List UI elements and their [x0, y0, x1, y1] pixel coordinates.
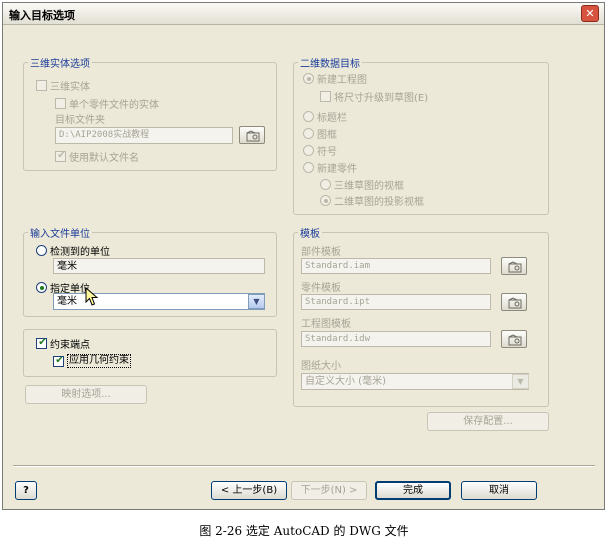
mouse-cursor-icon [85, 287, 99, 306]
save-config-button[interactable]: 保存配置... [427, 412, 549, 431]
detected-units-label: 检测到的单位 [50, 247, 110, 258]
border-label: 图框 [317, 130, 337, 141]
single-part-checkbox[interactable] [55, 98, 66, 109]
dropdown-arrow-icon: ▼ [517, 377, 524, 386]
data-2d-target-label: 二维数据目标 [300, 59, 360, 70]
specified-units-value: 毫米 [57, 296, 77, 307]
constrain-endpoints-label: 约束端点 [50, 340, 90, 351]
apply-geometric-constraints-checkbox[interactable]: ✔ [53, 355, 64, 367]
sketch-3d-view-label: 三维草图的视框 [334, 181, 404, 192]
next-button[interactable]: 下一步(N) > [291, 481, 367, 500]
detected-units-field: 毫米 [53, 258, 265, 274]
part-template-input[interactable]: Standard.iam [301, 258, 491, 274]
component-template-browse-button[interactable] [501, 293, 527, 311]
target-folder-browse-button[interactable] [239, 126, 265, 144]
border-radio[interactable] [303, 128, 314, 139]
import-options-dialog: 输入目标选项 ✕ 三维实体选项 三维实体 单个零件文件的实体 目标文件夹 D:\… [2, 2, 605, 510]
new-part-radio[interactable] [303, 162, 314, 173]
back-button[interactable]: < 上一步(B) [211, 481, 287, 500]
solid-checkbox-label: 三维实体 [50, 82, 90, 93]
input-units-label: 输入文件单位 [30, 229, 90, 240]
cancel-button[interactable]: 取消 [461, 481, 537, 500]
figure-caption: 图 2-26 选定 AutoCAD 的 DWG 文件 [199, 524, 409, 538]
sketch-3d-view-radio[interactable] [320, 179, 331, 190]
title-block-radio[interactable] [303, 111, 314, 122]
drawing-template-input[interactable]: Standard.idw [301, 331, 491, 347]
scale-to-sketch-label: 将尺寸升级到草图(E) [334, 93, 429, 104]
new-drawing-radio[interactable] [303, 73, 314, 84]
target-folder-label: 目标文件夹 [55, 115, 105, 126]
component-template-label: 零件模板 [301, 283, 341, 294]
part-template-label: 部件模板 [301, 247, 341, 258]
mapping-options-button[interactable]: 映射选项... [25, 385, 147, 404]
target-folder-input[interactable]: D:\AIP2008实战教程 [55, 127, 233, 144]
drawing-template-label: 工程图模板 [301, 319, 351, 330]
help-icon: ? [23, 485, 29, 496]
dropdown-arrow-icon: ▼ [253, 297, 260, 306]
use-default-filename-label: 使用默认文件名 [69, 153, 139, 164]
browse-folder-icon [246, 130, 260, 142]
solid-options-label: 三维实体选项 [30, 59, 90, 70]
sheet-size-dropdown-button[interactable]: ▼ [512, 374, 529, 389]
symbol-radio[interactable] [303, 145, 314, 156]
specified-units-radio[interactable] [36, 282, 47, 293]
sketch-2d-projection-label: 二维草图的投影视框 [334, 197, 424, 208]
title-bar[interactable]: 输入目标选项 ✕ [3, 3, 604, 25]
specified-units-dropdown-button[interactable]: ▼ [248, 294, 265, 309]
browse-folder-icon [508, 261, 522, 273]
browse-folder-icon [508, 334, 522, 346]
footer-separator [13, 465, 595, 467]
new-drawing-label: 新建工程图 [317, 75, 367, 86]
component-template-input[interactable]: Standard.ipt [301, 294, 491, 310]
detected-units-radio[interactable] [36, 245, 47, 256]
single-part-label: 单个零件文件的实体 [69, 100, 159, 111]
window-title: 输入目标选项 [9, 9, 75, 22]
symbol-label: 符号 [317, 147, 337, 158]
new-part-label: 新建零件 [317, 164, 357, 175]
help-button[interactable]: ? [15, 481, 37, 500]
sheet-size-label: 图纸大小 [301, 361, 341, 372]
checkmark-icon: ✔ [57, 150, 66, 161]
sketch-2d-projection-radio[interactable] [320, 195, 331, 206]
checkmark-icon: ✔ [38, 337, 47, 348]
close-button[interactable]: ✕ [581, 5, 599, 22]
scale-to-sketch-checkbox[interactable] [320, 91, 331, 102]
drawing-template-browse-button[interactable] [501, 330, 527, 348]
use-default-filename-checkbox[interactable]: ✔ [55, 150, 66, 162]
browse-folder-icon [508, 297, 522, 309]
close-icon: ✕ [585, 7, 595, 20]
constrain-endpoints-checkbox[interactable]: ✔ [36, 337, 47, 349]
checkmark-icon: ✔ [55, 355, 64, 366]
solid-checkbox[interactable] [36, 80, 47, 91]
templates-label: 模板 [300, 229, 320, 240]
part-template-browse-button[interactable] [501, 257, 527, 275]
title-block-label: 标题栏 [317, 113, 347, 124]
sheet-size-select[interactable]: 自定义大小 (毫米) [301, 373, 529, 390]
finish-button[interactable]: 完成 [375, 481, 451, 500]
apply-geometric-constraints-label: 应用几何约束 [67, 354, 131, 368]
